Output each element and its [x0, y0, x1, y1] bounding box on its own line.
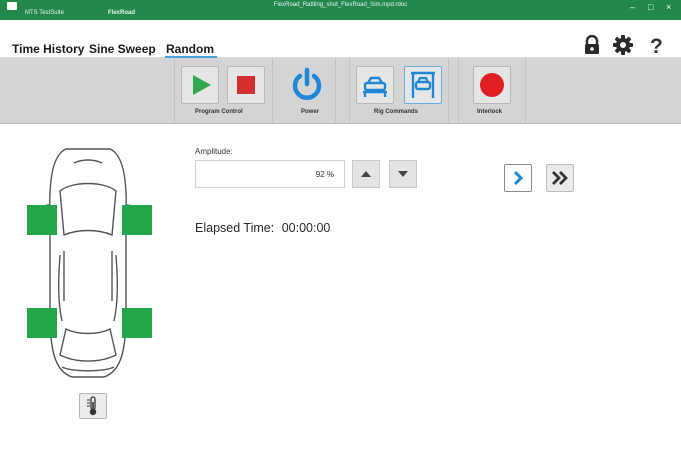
- interlock-button[interactable]: [473, 66, 511, 104]
- workspace-name: FlexRoad: [108, 10, 136, 16]
- double-chevron-right-icon: [552, 171, 568, 185]
- amplitude-field[interactable]: 92 %: [195, 160, 345, 188]
- tab-time-history[interactable]: Time History: [12, 42, 84, 56]
- lift-down-icon: [363, 76, 387, 97]
- chevron-right-icon: [513, 170, 524, 186]
- lift-up-button[interactable]: [404, 66, 442, 104]
- lift-up-icon: [411, 71, 435, 98]
- thermometer-icon: [87, 396, 97, 416]
- document-title: FlexRoad_Rattling_shot_FlexRoad_Sim.mpd.…: [273, 2, 408, 8]
- wheel-front-right[interactable]: [122, 205, 152, 235]
- play-button[interactable]: [181, 66, 219, 104]
- help-icon[interactable]: ?: [650, 36, 663, 58]
- close-icon[interactable]: ×: [666, 2, 671, 12]
- stop-icon: [237, 76, 255, 94]
- amplitude-increase-button[interactable]: [352, 160, 380, 188]
- title-bar: MTS TestSuite FlexRoad FlexRoad_Rattling…: [0, 0, 681, 20]
- stop-button[interactable]: [227, 66, 265, 104]
- app-name: MTS TestSuite: [25, 10, 64, 16]
- power-button[interactable]: [288, 66, 326, 104]
- amplitude-value: 92 %: [315, 170, 334, 179]
- elapsed-time-value: 00:00:00: [281, 221, 331, 235]
- tab-sine-sweep[interactable]: Sine Sweep: [89, 42, 156, 56]
- maximize-icon[interactable]: □: [648, 2, 653, 12]
- amplitude-label: Amplitude:: [195, 147, 233, 156]
- lift-down-button[interactable]: [356, 66, 394, 104]
- elapsed-time-label: Elapsed Time:: [195, 221, 275, 235]
- play-icon: [193, 75, 211, 95]
- wheel-rear-left[interactable]: [27, 308, 57, 338]
- tab-random[interactable]: Random: [166, 42, 214, 56]
- wheel-front-left[interactable]: [27, 205, 57, 235]
- car-outline-icon: [40, 148, 136, 378]
- power-label: Power: [301, 109, 320, 115]
- wheel-rear-right[interactable]: [122, 308, 152, 338]
- next-button[interactable]: [504, 164, 532, 192]
- fast-forward-button[interactable]: [546, 164, 574, 192]
- arrow-down-icon: [398, 171, 408, 177]
- rig-commands-label: Rig Commands: [374, 109, 419, 115]
- lock-icon[interactable]: [583, 34, 601, 60]
- interlock-group: Interlock: [458, 58, 526, 124]
- vehicle-diagram: [27, 143, 152, 383]
- interlock-icon: [480, 73, 504, 97]
- toolbar: Program Control Power Rig Commands Inter…: [0, 58, 681, 124]
- tab-bar: Time History Sine Sweep Random ?: [0, 20, 681, 58]
- power-icon: [292, 67, 322, 100]
- interlock-label: Interlock: [477, 109, 503, 115]
- gear-icon[interactable]: [612, 34, 634, 61]
- arrow-up-icon: [361, 171, 371, 177]
- amplitude-decrease-button[interactable]: [389, 160, 417, 188]
- temperature-button[interactable]: [79, 393, 107, 419]
- rig-commands-group: Rig Commands: [349, 58, 449, 124]
- power-group: Power: [282, 58, 336, 124]
- elapsed-time: Elapsed Time: 00:00:00: [195, 221, 334, 235]
- minimize-icon[interactable]: –: [630, 2, 635, 12]
- program-control-label: Program Control: [195, 109, 243, 115]
- program-control-group: Program Control: [174, 58, 273, 124]
